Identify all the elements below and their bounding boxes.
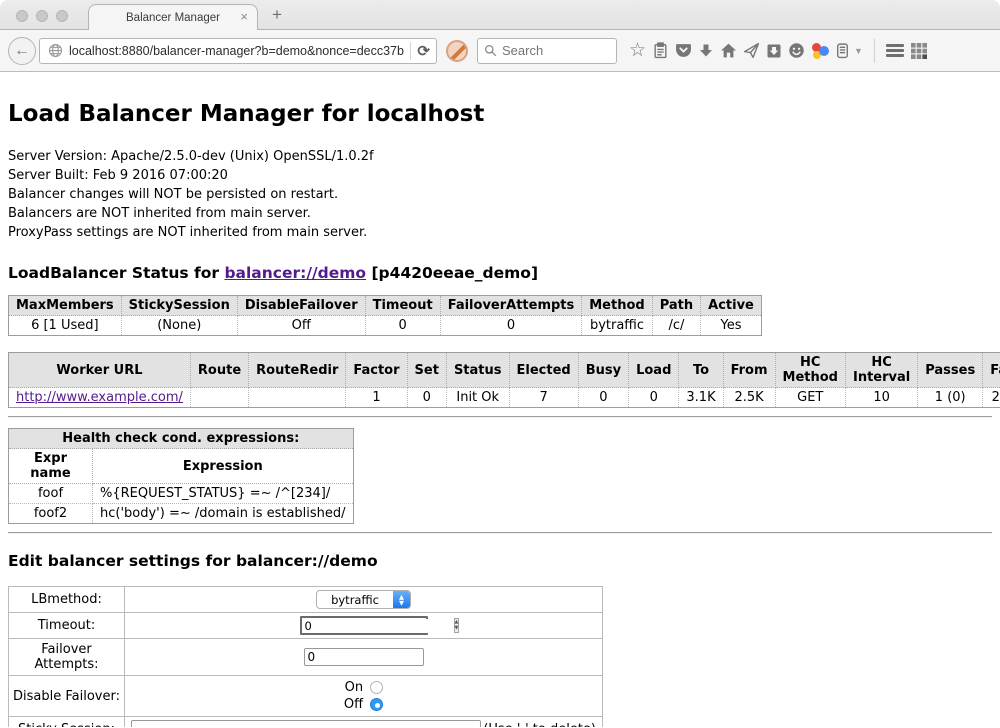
search-icon <box>484 44 497 57</box>
dropdown-caret-icon[interactable]: ▼ <box>854 46 863 56</box>
table-header-row: Expr name Expression <box>9 449 354 484</box>
failover-attempts-label: Failover Attempts: <box>9 639 125 676</box>
tab-grid-icon[interactable] <box>910 42 928 60</box>
server-version-line: Server Version: Apache/2.5.0-dev (Unix) … <box>8 147 992 166</box>
tab-title: Balancer Manager <box>126 12 220 24</box>
table-row: http://www.example.com/ 1 0 Init Ok 7 0 … <box>9 388 1000 408</box>
table-row: foof %{REQUEST_STATUS} =~ /^[234]/ <box>9 484 354 504</box>
worker-url-link[interactable]: http://www.example.com/ <box>16 390 183 405</box>
page-title: Load Balancer Manager for localhost <box>8 72 992 127</box>
timeout-row: Timeout: ▲▼ <box>9 613 603 639</box>
sticky-session-row: Sticky Session: (Use '-' to delete) <box>9 717 603 728</box>
edit-balancer-heading: Edit balancer settings for balancer://de… <box>8 552 992 570</box>
proxypass-note-line: ProxyPass settings are NOT inherited fro… <box>8 223 992 242</box>
page-content: Load Balancer Manager for localhost Serv… <box>0 72 1000 727</box>
close-window-button[interactable] <box>16 10 28 22</box>
loadbalancer-status-heading: LoadBalancer Status for balancer://demo … <box>8 264 992 282</box>
timeout-label: Timeout: <box>9 613 125 639</box>
home-icon[interactable] <box>720 42 737 59</box>
palette-dots-icon[interactable] <box>811 42 829 60</box>
edit-balancer-form: LBmethod: bytraffic ▲▼ Timeout: ▲▼ <box>8 586 603 727</box>
worker-status-table: Worker URL Route RouteRedir Factor Set S… <box>8 352 1000 408</box>
timeout-field-wrap: ▲▼ <box>300 616 428 635</box>
window-controls[interactable] <box>16 10 68 22</box>
hamburger-menu-icon[interactable] <box>886 42 904 60</box>
browser-window: Balancer Manager × + ← localhost:8880/ba… <box>0 0 1000 728</box>
close-tab-icon[interactable]: × <box>240 10 248 24</box>
table-row: foof2 hc('body') =~ /domain is establish… <box>9 504 354 524</box>
disable-failover-row: Disable Failover: On Off <box>9 676 603 717</box>
failover-off-radio[interactable] <box>370 698 383 711</box>
select-stepper-icon: ▲▼ <box>393 591 410 608</box>
divider <box>8 532 992 534</box>
balancer-demo-link[interactable]: balancer://demo <box>224 264 366 282</box>
sticky-session-input[interactable] <box>131 720 481 727</box>
save-panel-icon[interactable] <box>766 43 782 59</box>
reload-icon[interactable]: ⟳ <box>417 42 430 60</box>
url-bar[interactable]: localhost:8880/balancer-manager?b=demo&n… <box>39 38 437 64</box>
server-built-line: Server Built: Feb 9 2016 07:00:20 <box>8 166 992 185</box>
chat-smiley-icon[interactable] <box>788 42 805 59</box>
zoom-window-button[interactable] <box>56 10 68 22</box>
timeout-input[interactable] <box>302 619 454 633</box>
url-text[interactable]: localhost:8880/balancer-manager?b=demo&n… <box>69 44 404 58</box>
tab-bar: Balancer Manager × + <box>0 0 1000 30</box>
balancer-status-table: MaxMembers StickySession DisableFailover… <box>8 295 762 336</box>
lbmethod-row: LBmethod: bytraffic ▲▼ <box>9 587 603 613</box>
table-row: 6 [1 Used] (None) Off 0 0 bytraffic /c/ … <box>9 316 762 336</box>
failover-on-radio[interactable] <box>370 681 383 694</box>
sticky-session-label: Sticky Session: <box>9 717 125 728</box>
send-plane-icon[interactable] <box>743 42 760 59</box>
divider <box>8 416 992 418</box>
number-stepper-icon[interactable]: ▲▼ <box>454 618 460 633</box>
sidebar-battery-icon[interactable] <box>835 42 850 59</box>
health-table-title: Health check cond. expressions: <box>9 429 354 449</box>
disable-failover-label: Disable Failover: <box>9 676 125 717</box>
content-blocked-icon[interactable] <box>446 40 468 62</box>
search-bar[interactable] <box>477 38 617 64</box>
pocket-icon[interactable] <box>675 42 692 59</box>
sticky-session-hint: (Use '-' to delete) <box>483 722 596 728</box>
minimize-window-button[interactable] <box>36 10 48 22</box>
downloads-icon[interactable] <box>698 43 714 59</box>
table-header-row: MaxMembers StickySession DisableFailover… <box>9 296 762 316</box>
lbmethod-label: LBmethod: <box>9 587 125 613</box>
lbmethod-select[interactable]: bytraffic ▲▼ <box>316 590 411 609</box>
navigation-toolbar: ← localhost:8880/balancer-manager?b=demo… <box>0 30 1000 72</box>
health-check-table: Health check cond. expressions: Expr nam… <box>8 428 354 524</box>
clipboard-icon[interactable] <box>652 42 669 59</box>
server-info: Server Version: Apache/2.5.0-dev (Unix) … <box>8 147 992 242</box>
radio-off-label: Off <box>344 697 363 712</box>
tab-balancer-manager[interactable]: Balancer Manager × <box>88 4 258 30</box>
persist-note-line: Balancer changes will NOT be persisted o… <box>8 185 992 204</box>
new-tab-button[interactable]: + <box>272 5 282 25</box>
balancers-note-line: Balancers are NOT inherited from main se… <box>8 204 992 223</box>
back-button[interactable]: ← <box>8 37 36 65</box>
search-input[interactable] <box>502 43 602 58</box>
radio-on-label: On <box>345 680 363 695</box>
globe-icon <box>48 43 63 58</box>
failover-attempts-row: Failover Attempts: <box>9 639 603 676</box>
failover-attempts-input[interactable] <box>304 648 424 666</box>
bookmark-star-icon[interactable]: ☆ <box>629 39 646 62</box>
table-header-row: Worker URL Route RouteRedir Factor Set S… <box>9 353 1000 388</box>
